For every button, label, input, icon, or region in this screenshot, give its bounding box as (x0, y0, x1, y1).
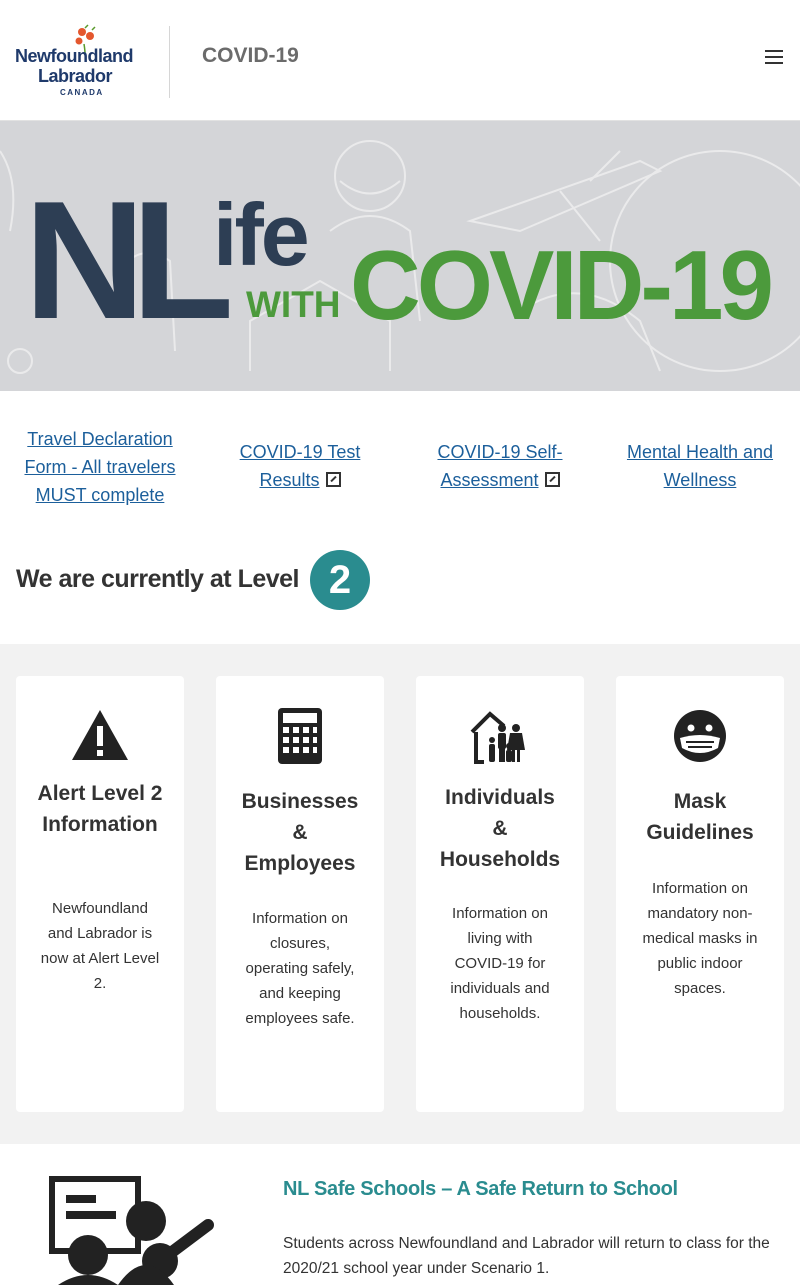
card-description: Information on closures, operating safel… (245, 910, 355, 1027)
level-badge: 2 (310, 550, 370, 610)
card-title: Businesses & Employees (241, 790, 359, 875)
card-alert-level[interactable]: Alert Level 2 Information Newfoundland a… (16, 676, 184, 1112)
current-level-heading: We are currently at Level (16, 565, 300, 593)
header-divider (169, 26, 170, 98)
hamburger-menu-icon[interactable] (765, 50, 785, 66)
classroom-icon (49, 1176, 214, 1285)
hero-banner: NL ife WITH COVID-19 (0, 121, 800, 391)
hero-covid-text: COVID-19 (350, 230, 774, 340)
card-businesses[interactable]: Businesses & Employees Information on cl… (216, 676, 384, 1112)
masked-face-icon (674, 710, 726, 762)
hero-with-text: WITH (246, 284, 341, 325)
site-title[interactable]: COVID-19 (202, 44, 299, 68)
card-title: Individuals & Households (439, 786, 561, 871)
card-description: Newfoundland and Labrador is now at Aler… (40, 900, 160, 992)
covid-test-results-link[interactable]: COVID-19 Test Results (215, 438, 385, 494)
safe-schools-text: Students across Newfoundland and Labrado… (283, 1235, 770, 1277)
card-individuals[interactable]: Individuals & Households Information on … (416, 676, 584, 1112)
warning-triangle-icon (72, 710, 128, 760)
external-link-icon (544, 472, 560, 487)
logo-newfoundland: Newfoundland (15, 46, 134, 66)
logo-labrador: Labrador (38, 66, 113, 86)
card-description: Information on mandatory non-medical mas… (642, 880, 758, 997)
hero-ife-text: ife (213, 185, 310, 284)
external-link-icon (325, 472, 341, 487)
card-title: Mask Guidelines (646, 790, 754, 844)
family-house-icon (470, 711, 525, 764)
info-cards-section: Alert Level 2 Information Newfoundland a… (0, 644, 800, 1144)
nl-government-logo[interactable]: Newfoundland Labrador CANADA (15, 24, 140, 100)
quick-links: Travel Declaration Form - All travelers … (0, 391, 800, 521)
logo-canada: CANADA (60, 88, 104, 97)
self-assessment-link[interactable]: COVID-19 Self-Assessment (415, 438, 585, 494)
mental-health-link[interactable]: Mental Health and Wellness (615, 438, 785, 494)
travel-declaration-link[interactable]: Travel Declaration Form - All travelers … (15, 425, 185, 509)
hero-nl-text: NL (24, 166, 234, 354)
safe-schools-title[interactable]: NL Safe Schools – A Safe Return to Schoo… (283, 1178, 678, 1201)
card-mask-guidelines[interactable]: Mask Guidelines Information on mandatory… (616, 676, 784, 1112)
card-description: Information on living with COVID-19 for … (450, 905, 550, 1022)
site-header: Newfoundland Labrador CANADA COVID-19 (0, 0, 800, 121)
card-title: Alert Level 2 Information (37, 782, 163, 836)
calculator-icon (278, 708, 322, 764)
